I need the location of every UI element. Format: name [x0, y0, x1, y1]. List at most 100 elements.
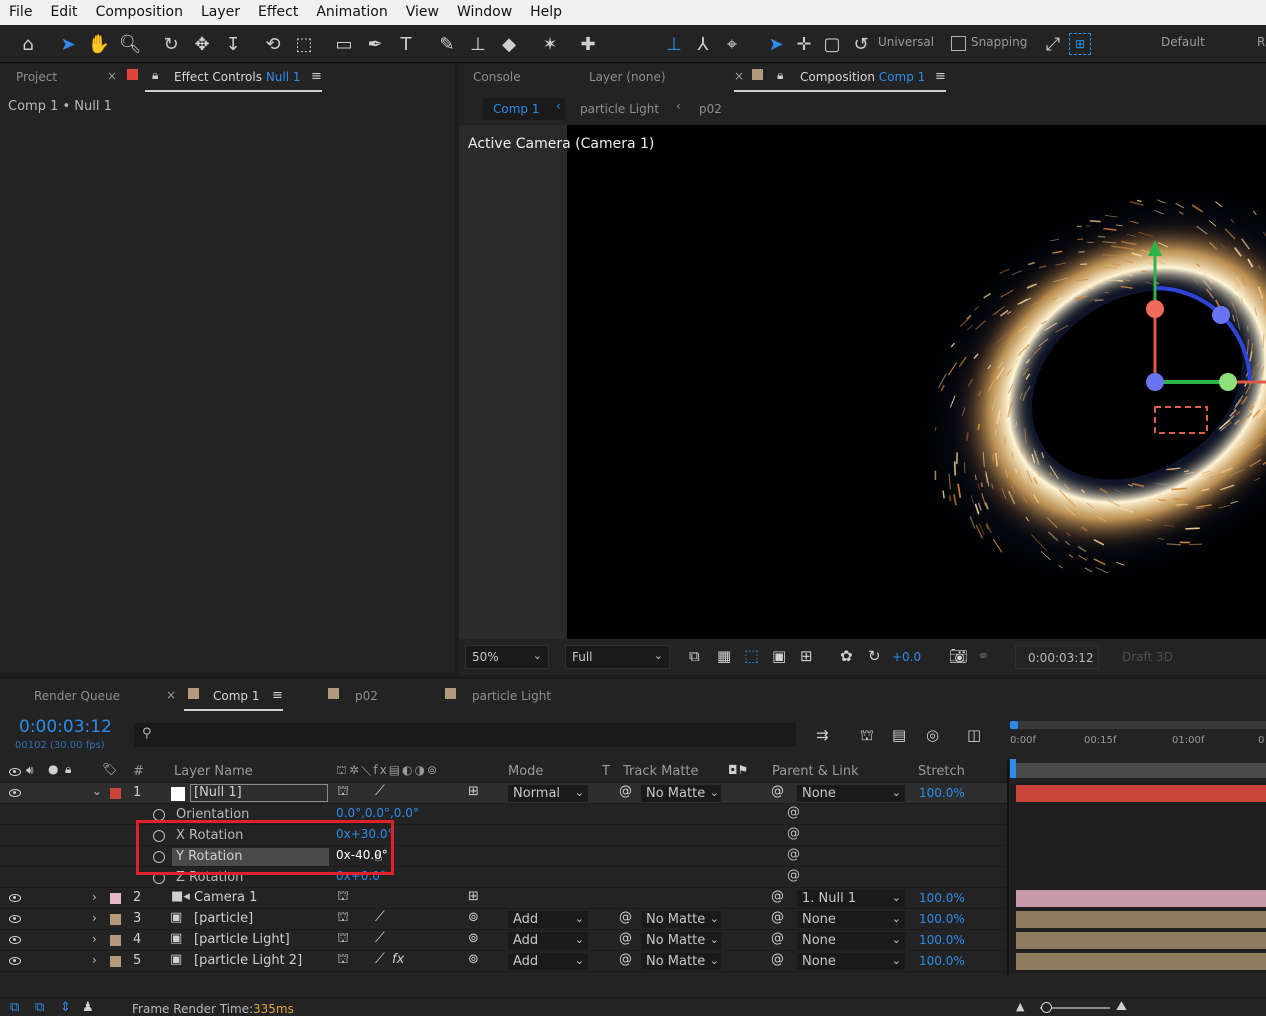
home-icon[interactable]: ⌂: [15, 31, 41, 57]
fast-previews-icon[interactable]: ⧉: [689, 647, 700, 665]
render-time-toggle-icon[interactable]: ♟: [82, 1000, 94, 1015]
3d-layer-switch-icon[interactable]: ⊚: [468, 931, 479, 946]
dolly-camera-icon[interactable]: ↧: [220, 31, 246, 57]
chevron-right-icon[interactable]: ›: [92, 932, 97, 946]
subtab-p02[interactable]: p02: [699, 102, 722, 116]
tab-composition[interactable]: Composition Comp 1: [800, 70, 925, 84]
layer-name[interactable]: Camera 1: [194, 890, 257, 905]
time-ruler[interactable]: 0:00f 00:15f 01:00f 0: [1008, 719, 1266, 778]
layer-track-bar[interactable]: [1016, 890, 1266, 907]
effects-switch-icon[interactable]: fx: [392, 952, 404, 967]
panel-menu-icon[interactable]: ≡: [935, 69, 946, 84]
shy-layers-icon[interactable]: ⛫: [860, 726, 874, 746]
tab-project[interactable]: Project: [16, 70, 57, 84]
track-matte-dropdown[interactable]: No Matte ⌄: [641, 785, 721, 802]
track-matte-dropdown[interactable]: No Matte ⌄: [641, 932, 721, 949]
property-value[interactable]: 0.0°,0.0°,0.0°: [336, 806, 419, 820]
shy-switch-icon[interactable]: ⛫: [337, 952, 349, 969]
orbit-camera-icon[interactable]: ↻: [158, 31, 184, 57]
pickwhip-icon[interactable]: @: [619, 931, 632, 946]
clone-stamp-icon[interactable]: ⊥: [465, 31, 491, 57]
puppet-pin-icon[interactable]: ✚: [575, 31, 601, 57]
blend-mode-dropdown[interactable]: Normal ⌄: [508, 785, 588, 802]
menu-composition[interactable]: Composition: [87, 0, 192, 25]
tab-comp1[interactable]: Comp 1: [213, 689, 259, 703]
snapshot-icon[interactable]: 📷︎: [949, 647, 968, 665]
snap-grid-icon[interactable]: ⊞: [1069, 33, 1091, 55]
3d-select-icon[interactable]: ➤: [763, 31, 789, 57]
zoom-tool-icon[interactable]: 🔍︎: [117, 31, 143, 57]
pickwhip-icon[interactable]: @: [619, 910, 632, 925]
eye-icon[interactable]: [9, 936, 21, 944]
subtab-particle-light[interactable]: particle Light: [580, 102, 659, 116]
pickwhip-icon[interactable]: @: [619, 784, 632, 799]
local-axis-icon[interactable]: ⊥: [661, 31, 687, 57]
comp-flowchart-icon[interactable]: ⇉: [816, 726, 829, 744]
layer-row[interactable]: › 2 ■◂ Camera 1 ⛫ ⊞ @ 1. Null 1 ⌄ 100.0%: [0, 888, 1008, 909]
zoom-out-icon[interactable]: ▲: [1016, 1000, 1024, 1013]
world-axis-icon[interactable]: ⅄: [690, 31, 716, 57]
eye-icon[interactable]: [9, 894, 21, 902]
parent-pickwhip-icon[interactable]: @: [771, 889, 784, 904]
tab-console[interactable]: Console: [473, 70, 521, 84]
draft-3d-toggle[interactable]: Draft 3D: [1122, 650, 1173, 664]
layer-track-bar[interactable]: [1016, 911, 1266, 928]
viewer-canvas[interactable]: [567, 125, 1266, 639]
3d-layer-switch-icon[interactable]: ⊞: [468, 889, 479, 904]
parent-pickwhip-icon[interactable]: @: [771, 784, 784, 799]
parent-pickwhip-icon[interactable]: @: [771, 952, 784, 967]
stretch-value[interactable]: 100.0%: [919, 954, 965, 968]
workspace-next[interactable]: R: [1257, 35, 1265, 49]
expression-pickwhip-icon[interactable]: @: [787, 805, 800, 820]
tab-particle-light[interactable]: particle Light: [472, 689, 551, 703]
label-color-swatch[interactable]: [110, 788, 121, 799]
zoom-in-icon[interactable]: ⛰: [1116, 999, 1127, 1014]
parent-pickwhip-icon[interactable]: @: [771, 931, 784, 946]
layer-row[interactable]: › 5 ▣ [particle Light 2] ⛫ ⟋ fx ⊚ Add ⌄ @…: [0, 951, 1008, 972]
label-color-swatch[interactable]: [110, 956, 121, 967]
label-color-swatch[interactable]: [110, 893, 121, 904]
expression-pickwhip-icon[interactable]: @: [787, 847, 800, 862]
quality-switch-icon[interactable]: ⟋: [375, 909, 385, 925]
type-tool-icon[interactable]: T: [393, 31, 419, 57]
stretch-value[interactable]: 100.0%: [919, 933, 965, 947]
3d-rotate-icon[interactable]: ↺: [848, 31, 874, 57]
layer-row[interactable]: › 4 ▣ [particle Light] ⛫ ⟋ ⊚ Add ⌄ @ No M…: [0, 930, 1008, 951]
3d-layer-switch-icon[interactable]: ⊚: [468, 910, 479, 925]
panel-menu-icon[interactable]: ≡: [311, 69, 322, 84]
roto-brush-icon[interactable]: ✶: [537, 31, 563, 57]
layer-track-bar[interactable]: [1016, 932, 1266, 949]
eye-icon[interactable]: [9, 915, 21, 923]
pen-tool-icon[interactable]: ✒: [362, 31, 388, 57]
parent-dropdown[interactable]: None ⌄: [797, 911, 905, 928]
quality-switch-icon[interactable]: ⟋: [375, 930, 385, 946]
transparency-grid-icon[interactable]: ▦: [717, 647, 731, 665]
label-color-swatch[interactable]: [110, 935, 121, 946]
3d-layer-switch-icon[interactable]: ⊚: [468, 952, 479, 967]
menu-view[interactable]: View: [397, 0, 448, 25]
workspace-default[interactable]: Default: [1161, 35, 1205, 49]
panel-menu-icon[interactable]: ≡: [272, 688, 283, 703]
in-out-toggle-icon[interactable]: ⇕: [60, 1000, 71, 1015]
tab-effect-controls[interactable]: Effect Controls Null 1: [174, 70, 301, 84]
blend-mode-dropdown[interactable]: Add ⌄: [508, 932, 588, 949]
3d-scale-icon[interactable]: ▢: [819, 31, 845, 57]
rectangle-tool-icon[interactable]: ▭: [331, 31, 357, 57]
layer-name[interactable]: [particle Light]: [194, 932, 290, 947]
layer-row[interactable]: ⌄ 1 [Null 1] ⛫ ⟋ ⊞ Normal ⌄ @ No Matte ⌄ @…: [0, 783, 1008, 804]
lock-icon[interactable]: 🔒︎: [152, 68, 158, 83]
region-of-interest-icon[interactable]: ▣: [772, 647, 786, 665]
3d-layer-switch-icon[interactable]: ⊞: [468, 784, 479, 799]
3d-move-icon[interactable]: ✛: [791, 31, 817, 57]
shy-switch-icon[interactable]: ⛫: [337, 910, 349, 927]
layer-name[interactable]: [particle]: [194, 911, 253, 926]
eraser-tool-icon[interactable]: ◆: [496, 31, 522, 57]
menu-file[interactable]: File: [0, 0, 41, 25]
layer-name[interactable]: [Null 1]: [194, 785, 242, 800]
channels-icon[interactable]: ✿: [840, 647, 853, 665]
menu-effect[interactable]: Effect: [249, 0, 307, 25]
composition-viewer[interactable]: Active Camera (Camera 1): [459, 125, 1266, 639]
layer-switches-toggle-icon[interactable]: ⧉: [10, 1000, 19, 1015]
zoom-dropdown[interactable]: 50% ⌄: [465, 645, 549, 669]
track-matte-dropdown[interactable]: No Matte ⌄: [641, 911, 721, 928]
